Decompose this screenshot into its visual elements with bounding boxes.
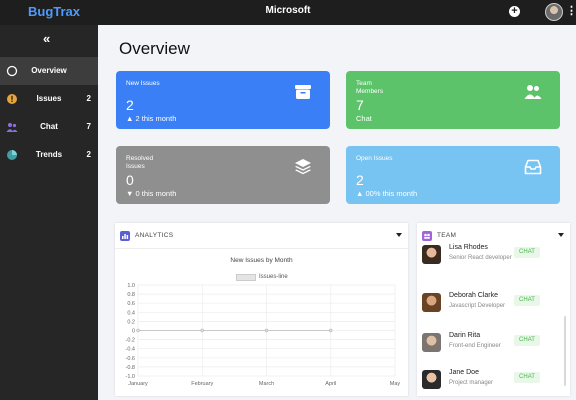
team-member[interactable]: Deborah Clarke Javascript Developer CHAT bbox=[417, 289, 570, 325]
chevron-down-icon[interactable] bbox=[558, 233, 564, 237]
sidebar-item-label: Overview bbox=[31, 66, 67, 75]
resolved-issues-card[interactable]: Resolved Issues 0 ▼ 0 this month bbox=[116, 146, 330, 204]
chat-button[interactable]: CHAT bbox=[514, 372, 540, 383]
y-tick-label: 0 bbox=[132, 329, 135, 335]
add-button[interactable]: + bbox=[509, 6, 520, 17]
organization-name: Microsoft bbox=[265, 5, 311, 16]
analytics-title: ANALYTICS bbox=[135, 232, 174, 239]
member-avatar bbox=[422, 293, 441, 312]
card-value: 0 bbox=[126, 172, 134, 188]
member-name: Lisa Rhodes bbox=[449, 244, 488, 251]
member-avatar bbox=[422, 370, 441, 389]
top-bar: BugTrax Microsoft + ⋮ bbox=[0, 0, 576, 25]
member-name: Deborah Clarke bbox=[449, 292, 499, 299]
team-member[interactable]: Lisa Rhodes Senior React developer CHAT bbox=[417, 241, 570, 277]
y-tick-label: 0.4 bbox=[127, 310, 135, 316]
card-value: 7 bbox=[356, 97, 364, 113]
member-avatar bbox=[422, 333, 441, 352]
y-tick-label: -0.8 bbox=[126, 365, 135, 371]
member-name: Darin Rita bbox=[449, 332, 481, 339]
sidebar-item-chat[interactable]: Chat 7 bbox=[0, 113, 98, 141]
folder-icon bbox=[295, 85, 311, 99]
team-title: TEAM bbox=[437, 232, 457, 239]
chat-button[interactable]: CHAT bbox=[514, 247, 540, 258]
member-name: Jane Doe bbox=[449, 369, 479, 376]
card-trend: ▲ 00% this month bbox=[356, 189, 418, 198]
card-label: Open Issues bbox=[356, 155, 393, 162]
sidebar-item-overview[interactable]: Overview bbox=[0, 57, 98, 85]
y-tick-label: -1.0 bbox=[126, 374, 135, 380]
card-trend: ▼ 0 this month bbox=[126, 189, 177, 198]
card-label: Team Members bbox=[356, 80, 384, 95]
x-tick-label: May bbox=[390, 381, 401, 387]
data-point bbox=[136, 328, 140, 333]
sidebar: « Overview Issues 2 Chat 7 Trends 2 bbox=[0, 25, 98, 400]
y-tick-label: 0.6 bbox=[127, 301, 135, 307]
bar-chart-icon bbox=[120, 231, 130, 241]
team-members-card[interactable]: Team Members 7 Chat bbox=[346, 71, 560, 129]
x-tick-label: January bbox=[128, 381, 148, 387]
inbox-icon bbox=[524, 159, 542, 175]
team-panel: TEAM Lisa Rhodes Senior React developer … bbox=[417, 223, 570, 396]
chart-title: New Issues by Month bbox=[230, 257, 293, 264]
chat-count: 7 bbox=[86, 122, 91, 131]
member-role: Senior React developer bbox=[449, 255, 512, 261]
card-value: 2 bbox=[126, 97, 134, 113]
sidebar-item-label: Chat bbox=[40, 122, 58, 131]
member-role: Project manager bbox=[449, 380, 494, 386]
sidebar-item-label: Trends bbox=[35, 150, 63, 159]
new-issues-card[interactable]: New Issues 2 ▲ 2 this month bbox=[116, 71, 330, 129]
y-tick-label: 0.8 bbox=[127, 292, 135, 298]
y-tick-label: -0.6 bbox=[126, 356, 135, 362]
y-tick-label: 0.2 bbox=[127, 319, 135, 325]
y-tick-label: -0.2 bbox=[126, 338, 135, 344]
x-tick-label: February bbox=[191, 381, 213, 387]
card-value: 2 bbox=[356, 172, 364, 188]
users-icon bbox=[422, 231, 432, 241]
open-issues-card[interactable]: Open Issues 2 ▲ 00% this month bbox=[346, 146, 560, 204]
users-icon bbox=[524, 85, 542, 99]
page-title: Overview bbox=[119, 39, 190, 58]
sidebar-item-label: Issues bbox=[36, 94, 62, 103]
member-role: Front-end Engineer bbox=[449, 343, 501, 349]
member-role: Javascript Developer bbox=[449, 303, 506, 309]
trends-count: 2 bbox=[86, 150, 91, 159]
card-label: Resolved Issues bbox=[126, 155, 154, 170]
chevron-down-icon[interactable] bbox=[396, 233, 402, 237]
x-tick-label: March bbox=[259, 381, 274, 387]
data-point bbox=[200, 328, 204, 333]
team-member[interactable]: Jane Doe Project manager CHAT bbox=[417, 366, 570, 396]
data-point bbox=[329, 328, 333, 333]
layers-icon bbox=[295, 159, 311, 175]
card-trend: ▲ 2 this month bbox=[126, 114, 177, 123]
member-avatar bbox=[422, 245, 441, 264]
x-tick-label: April bbox=[325, 381, 336, 387]
card-label: New Issues bbox=[126, 80, 160, 87]
collapse-sidebar-icon[interactable]: « bbox=[43, 31, 50, 46]
chat-button[interactable]: CHAT bbox=[514, 295, 540, 306]
analytics-header: ANALYTICS bbox=[115, 223, 408, 249]
chat-button[interactable]: CHAT bbox=[514, 335, 540, 346]
sidebar-item-trends[interactable]: Trends 2 bbox=[0, 141, 98, 169]
team-member[interactable]: Darin Rita Front-end Engineer CHAT bbox=[417, 329, 570, 365]
y-tick-label: 1.0 bbox=[127, 283, 135, 289]
user-avatar[interactable] bbox=[545, 3, 563, 21]
more-menu-icon[interactable]: ⋮ bbox=[566, 4, 576, 17]
data-point bbox=[264, 328, 269, 333]
y-tick-label: -0.4 bbox=[126, 347, 135, 353]
team-scrollbar[interactable] bbox=[564, 316, 566, 386]
card-link[interactable]: Chat bbox=[356, 114, 372, 123]
sidebar-item-issues[interactable]: Issues 2 bbox=[0, 85, 98, 113]
issues-line-chart: 1.0 0.8 0.6 0.4 0.2 0 -0.2 -0.4 -0.6 -0.8 -1.0Janu… bbox=[126, 283, 401, 387]
issues-count: 2 bbox=[86, 94, 91, 103]
